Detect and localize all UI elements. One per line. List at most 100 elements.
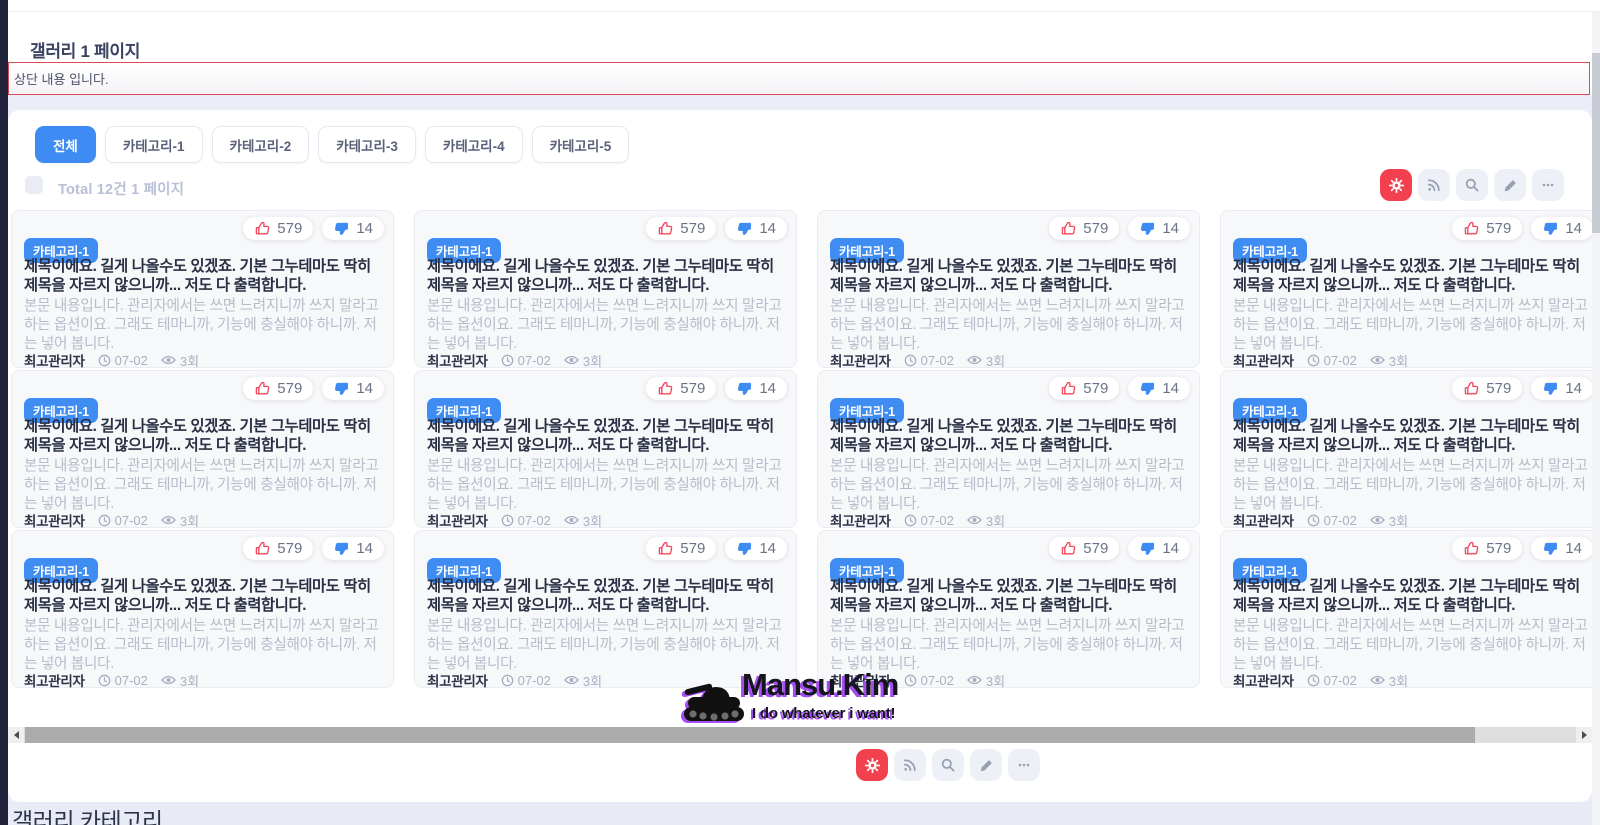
like-button[interactable]: 579 bbox=[1452, 217, 1522, 240]
rss-button[interactable] bbox=[1418, 169, 1450, 201]
scroll-right-arrow[interactable] bbox=[1576, 727, 1592, 743]
rss-button-bottom[interactable] bbox=[894, 749, 926, 781]
gallery-card[interactable]: 579 14 카테고리-1 제목이에요. 길게 나올수도 있겠죠. 기본 그누테… bbox=[414, 210, 797, 368]
dislike-button[interactable]: 14 bbox=[1128, 377, 1190, 400]
dislike-button[interactable]: 14 bbox=[1531, 537, 1592, 560]
ellipsis-icon bbox=[1016, 757, 1032, 773]
search-button-bottom[interactable] bbox=[932, 749, 964, 781]
like-button[interactable]: 579 bbox=[1452, 537, 1522, 560]
post-views-text: 3회 bbox=[986, 351, 1005, 370]
settings-button[interactable] bbox=[1380, 169, 1412, 201]
clock-icon bbox=[501, 514, 514, 527]
dislike-button[interactable]: 14 bbox=[322, 217, 384, 240]
post-footer: 최고관리자 07-02 3회 bbox=[24, 350, 199, 370]
post-title[interactable]: 제목이에요. 길게 나올수도 있겠죠. 기본 그누테마도 딱히 제목을 자르지 … bbox=[830, 258, 1191, 296]
dislike-button[interactable]: 14 bbox=[1531, 377, 1592, 400]
scroll-left-arrow[interactable] bbox=[8, 727, 24, 743]
gallery-card[interactable]: 579 14 카테고리-1 제목이에요. 길게 나올수도 있겠죠. 기본 그누테… bbox=[11, 370, 394, 528]
post-title[interactable]: 제목이에요. 길게 나올수도 있겠죠. 기본 그누테마도 딱히 제목을 자르지 … bbox=[1233, 258, 1592, 296]
tab-category-2[interactable]: 카테고리-2 bbox=[212, 126, 310, 163]
dislike-button[interactable]: 14 bbox=[1128, 537, 1190, 560]
post-title[interactable]: 제목이에요. 길게 나올수도 있겠죠. 기본 그누테마도 딱히 제목을 자르지 … bbox=[427, 418, 788, 456]
gallery-card[interactable]: 579 14 카테고리-1 제목이에요. 길게 나올수도 있겠죠. 기본 그누테… bbox=[1220, 210, 1592, 368]
like-button[interactable]: 579 bbox=[1049, 537, 1119, 560]
clock-icon bbox=[501, 354, 514, 367]
post-title[interactable]: 제목이에요. 길게 나올수도 있겠죠. 기본 그누테마도 딱히 제목을 자르지 … bbox=[1233, 578, 1592, 616]
post-date-text: 07-02 bbox=[518, 513, 551, 528]
vertical-scrollbar-thumb[interactable] bbox=[1592, 53, 1600, 233]
eye-icon bbox=[967, 354, 982, 366]
tab-category-3[interactable]: 카테고리-3 bbox=[318, 126, 416, 163]
post-date: 07-02 bbox=[904, 353, 954, 368]
dislike-button[interactable]: 14 bbox=[725, 217, 787, 240]
like-button[interactable]: 579 bbox=[243, 217, 313, 240]
vote-pills: 579 14 bbox=[1049, 377, 1190, 400]
post-views-text: 3회 bbox=[1389, 671, 1408, 690]
vote-pills: 579 14 bbox=[243, 217, 384, 240]
sidebar-edge-strip bbox=[0, 0, 8, 825]
gallery-card[interactable]: 579 14 카테고리-1 제목이에요. 길게 나올수도 있겠죠. 기본 그누테… bbox=[414, 530, 797, 688]
like-count: 579 bbox=[1486, 220, 1511, 237]
post-date-text: 07-02 bbox=[115, 353, 148, 368]
dislike-count: 14 bbox=[356, 380, 373, 397]
dislike-button[interactable]: 14 bbox=[1128, 217, 1190, 240]
like-button[interactable]: 579 bbox=[243, 377, 313, 400]
gallery-card[interactable]: 579 14 카테고리-1 제목이에요. 길게 나올수도 있겠죠. 기본 그누테… bbox=[11, 530, 394, 688]
tab-all[interactable]: 전체 bbox=[35, 126, 96, 163]
vote-pills: 579 14 bbox=[243, 537, 384, 560]
vertical-scrollbar[interactable] bbox=[1592, 12, 1600, 825]
write-button[interactable] bbox=[1494, 169, 1526, 201]
post-views-text: 3회 bbox=[583, 671, 602, 690]
search-button[interactable] bbox=[1456, 169, 1488, 201]
thumbs-up-icon bbox=[1060, 220, 1077, 237]
tab-category-5[interactable]: 카테고리-5 bbox=[532, 126, 630, 163]
post-title[interactable]: 제목이에요. 길게 나올수도 있겠죠. 기본 그누테마도 딱히 제목을 자르지 … bbox=[427, 258, 788, 296]
tab-category-4[interactable]: 카테고리-4 bbox=[425, 126, 523, 163]
gallery-card[interactable]: 579 14 카테고리-1 제목이에요. 길게 나올수도 있겠죠. 기본 그누테… bbox=[817, 530, 1200, 688]
settings-button-bottom[interactable] bbox=[856, 749, 888, 781]
more-button[interactable] bbox=[1532, 169, 1564, 201]
dislike-button[interactable]: 14 bbox=[725, 537, 787, 560]
post-date-text: 07-02 bbox=[1324, 513, 1357, 528]
post-title[interactable]: 제목이에요. 길게 나올수도 있겠죠. 기본 그누테마도 딱히 제목을 자르지 … bbox=[24, 258, 385, 296]
post-title[interactable]: 제목이에요. 길게 나올수도 있겠죠. 기본 그누테마도 딱히 제목을 자르지 … bbox=[830, 578, 1191, 616]
gallery-card[interactable]: 579 14 카테고리-1 제목이에요. 길게 나올수도 있겠죠. 기본 그누테… bbox=[1220, 370, 1592, 528]
clock-icon bbox=[98, 354, 111, 367]
header-divider bbox=[8, 11, 1600, 12]
dislike-button[interactable]: 14 bbox=[322, 537, 384, 560]
dislike-count: 14 bbox=[1565, 220, 1582, 237]
select-all-checkbox[interactable] bbox=[25, 176, 43, 194]
like-button[interactable]: 579 bbox=[1452, 377, 1522, 400]
gallery-card[interactable]: 579 14 카테고리-1 제목이에요. 길게 나올수도 있겠죠. 기본 그누테… bbox=[11, 210, 394, 368]
dislike-button[interactable]: 14 bbox=[1531, 217, 1592, 240]
dislike-button[interactable]: 14 bbox=[322, 377, 384, 400]
post-title[interactable]: 제목이에요. 길게 나올수도 있겠죠. 기본 그누테마도 딱히 제목을 자르지 … bbox=[24, 578, 385, 616]
like-button[interactable]: 579 bbox=[646, 537, 716, 560]
dislike-count: 14 bbox=[1162, 220, 1179, 237]
post-excerpt: 본문 내용입니다. 관리자에서는 쓰면 느려지니까 쓰지 말라고 하는 옵션이요… bbox=[427, 297, 788, 354]
gallery-card[interactable]: 579 14 카테고리-1 제목이에요. 길게 나올수도 있겠죠. 기본 그누테… bbox=[414, 370, 797, 528]
right-arrow-icon bbox=[1582, 731, 1587, 739]
like-button[interactable]: 579 bbox=[243, 537, 313, 560]
post-author: 최고관리자 bbox=[24, 510, 85, 530]
like-button[interactable]: 579 bbox=[646, 377, 716, 400]
gallery-card[interactable]: 579 14 카테고리-1 제목이에요. 길게 나올수도 있겠죠. 기본 그누테… bbox=[1220, 530, 1592, 688]
more-button-bottom[interactable] bbox=[1008, 749, 1040, 781]
post-views: 3회 bbox=[161, 351, 199, 370]
post-excerpt: 본문 내용입니다. 관리자에서는 쓰면 느려지니까 쓰지 말라고 하는 옵션이요… bbox=[830, 297, 1191, 354]
gallery-card[interactable]: 579 14 카테고리-1 제목이에요. 길게 나올수도 있겠죠. 기본 그누테… bbox=[817, 210, 1200, 368]
like-button[interactable]: 579 bbox=[1049, 377, 1119, 400]
like-button[interactable]: 579 bbox=[646, 217, 716, 240]
post-title[interactable]: 제목이에요. 길게 나올수도 있겠죠. 기본 그누테마도 딱히 제목을 자르지 … bbox=[830, 418, 1191, 456]
post-footer: 최고관리자 07-02 3회 bbox=[830, 510, 1005, 530]
post-title[interactable]: 제목이에요. 길게 나올수도 있겠죠. 기본 그누테마도 딱히 제목을 자르지 … bbox=[1233, 418, 1592, 456]
write-button-bottom[interactable] bbox=[970, 749, 1002, 781]
post-date-text: 07-02 bbox=[921, 513, 954, 528]
post-title[interactable]: 제목이에요. 길게 나올수도 있겠죠. 기본 그누테마도 딱히 제목을 자르지 … bbox=[24, 418, 385, 456]
tab-category-1[interactable]: 카테고리-1 bbox=[105, 126, 203, 163]
dislike-button[interactable]: 14 bbox=[725, 377, 787, 400]
gallery-card[interactable]: 579 14 카테고리-1 제목이에요. 길게 나올수도 있겠죠. 기본 그누테… bbox=[817, 370, 1200, 528]
like-count: 579 bbox=[277, 540, 302, 557]
post-title[interactable]: 제목이에요. 길게 나올수도 있겠죠. 기본 그누테마도 딱히 제목을 자르지 … bbox=[427, 578, 788, 616]
like-button[interactable]: 579 bbox=[1049, 217, 1119, 240]
